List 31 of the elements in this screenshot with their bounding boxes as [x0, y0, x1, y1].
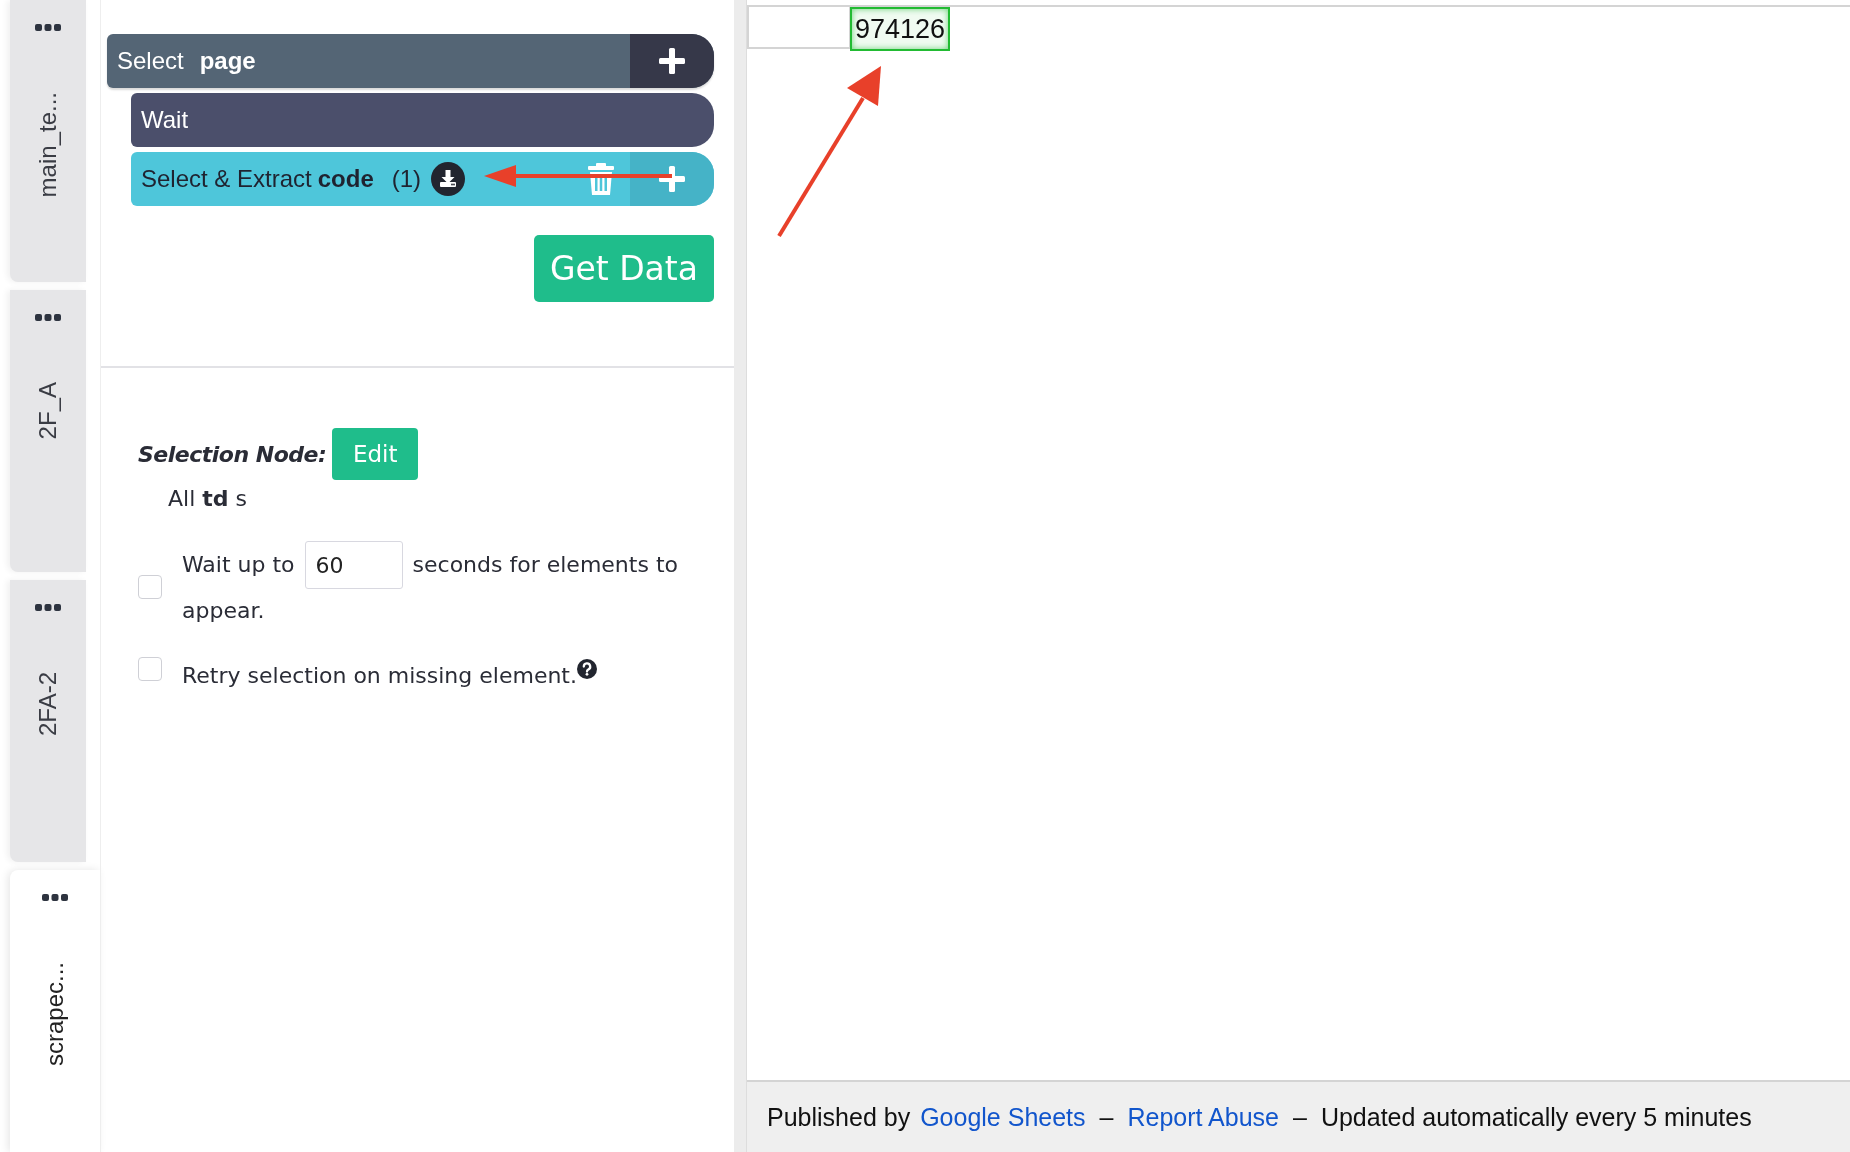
command-label: Select & Extract — [140, 165, 312, 193]
tab-label: 2F_A — [34, 382, 62, 440]
option-label: Wait up to — [182, 551, 295, 579]
option-label: appear. — [182, 598, 265, 623]
table-cell: 974126 — [850, 7, 950, 51]
option-label: Retry selection on missing element. — [182, 663, 577, 688]
command-row[interactable]: Select & Extract code (1) — [131, 152, 714, 206]
tab-label: scrapec... — [41, 962, 69, 1067]
command-target: code — [317, 165, 374, 193]
command-label: Wait — [140, 106, 189, 134]
footer-text: Published by — [767, 1102, 911, 1132]
footer-link[interactable]: Report Abuse — [1127, 1102, 1279, 1132]
command-row[interactable]: Wait — [131, 93, 714, 147]
command-target: page — [199, 47, 256, 75]
footer-text: Updated automatically every 5 minutes — [1320, 1102, 1752, 1132]
command-count: (1) — [391, 165, 422, 193]
sidebar-tab[interactable]: 2F_A — [10, 290, 86, 572]
footer-link[interactable]: Google Sheets — [920, 1102, 1086, 1132]
option-label: seconds for elements to — [412, 551, 678, 579]
separator: – — [1099, 1102, 1114, 1132]
tab-label: main_te... — [34, 92, 62, 198]
sidebar-tab[interactable]: main_te... — [10, 0, 86, 282]
seconds-input[interactable]: 60 — [304, 541, 403, 589]
tab-label: 2FA-2 — [34, 672, 62, 737]
sidebar-tab[interactable]: 2FA-2 — [10, 580, 86, 862]
command-label: Select — [116, 47, 184, 75]
selection-description: All td s — [168, 486, 247, 511]
selection-node-label: Selection Node: — [138, 441, 327, 467]
separator: – — [1292, 1102, 1307, 1132]
command-row[interactable]: Select page — [107, 34, 714, 88]
sidebar-tab[interactable]: scrapec... — [10, 870, 100, 1152]
